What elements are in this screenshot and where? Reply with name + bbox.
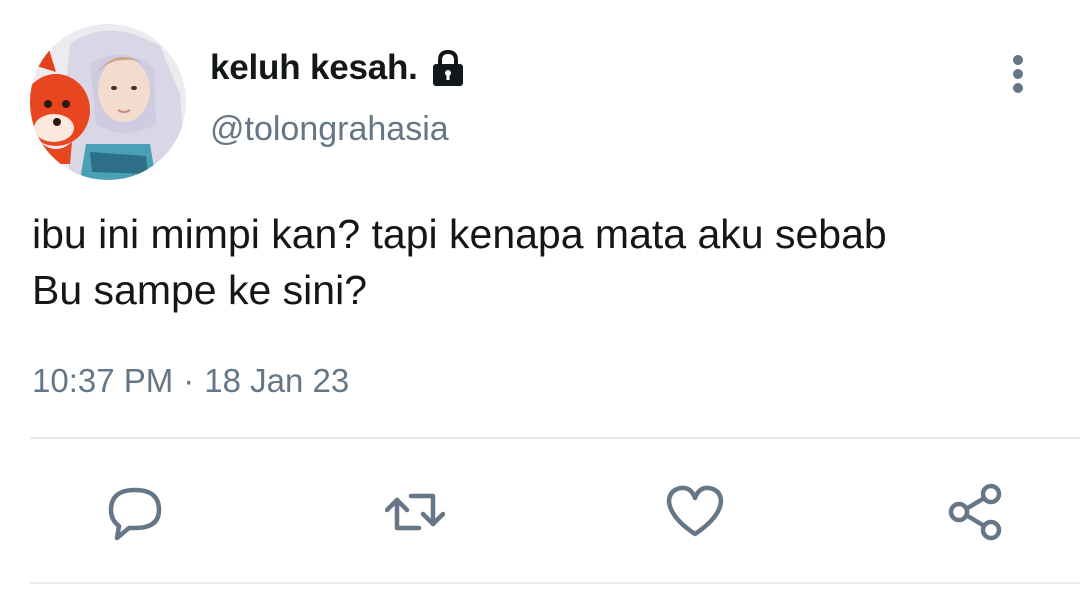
tweet-date: 18 Jan 23 — [204, 362, 350, 399]
user-handle[interactable]: @tolongrahasia — [210, 110, 449, 149]
heart-icon — [666, 485, 724, 537]
user-name-row: keluh kesah. — [210, 46, 468, 90]
retweet-icon — [385, 493, 445, 531]
lock-icon — [428, 48, 468, 88]
more-options-button[interactable] — [998, 52, 1038, 96]
reply-icon — [108, 487, 162, 541]
timestamp-separator: · — [183, 362, 195, 399]
display-name[interactable]: keluh kesah. — [210, 48, 418, 88]
like-button[interactable] — [665, 482, 725, 542]
divider — [30, 437, 1080, 439]
retweet-button[interactable] — [385, 482, 445, 542]
tweet-time: 10:37 PM — [32, 362, 174, 399]
more-vertical-icon — [1013, 55, 1023, 93]
tweet-card: keluh kesah. @tolongrahasia ibu ini mimp… — [0, 0, 1080, 603]
tweet-text: ibu ini mimpi kan? tapi kenapa mata aku … — [32, 211, 887, 313]
reply-button[interactable] — [105, 482, 165, 542]
share-button[interactable] — [945, 482, 1005, 542]
tweet-timestamp[interactable]: 10:37 PM · 18 Jan 23 — [32, 362, 349, 400]
avatar[interactable] — [30, 24, 186, 180]
divider-bottom — [30, 582, 1080, 584]
avatar-photo — [30, 24, 186, 180]
share-icon — [948, 483, 1002, 541]
